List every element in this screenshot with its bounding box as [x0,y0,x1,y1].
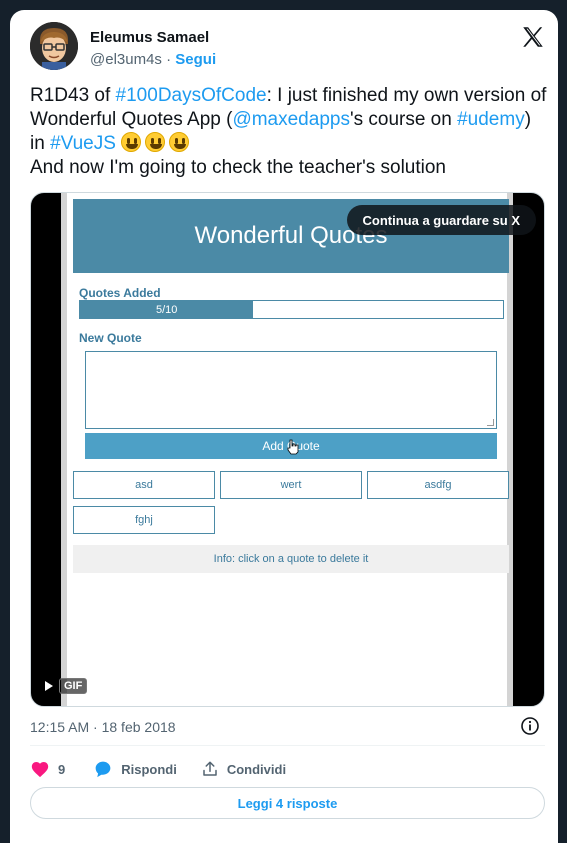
reply-button[interactable]: Rispondi [93,760,177,778]
tweet-text-line2: And now I'm going to check the teacher's… [30,157,446,178]
author-name[interactable]: Eleumus Samael [90,29,209,46]
app-info-bar: Info: click on a quote to delete it [73,545,509,573]
quote-text: asd [135,479,153,491]
hashtag-link[interactable]: #100DaysOfCode [116,85,267,106]
author-handle-row: @el3um4s · Segui [90,50,216,70]
tweet-text: R1D43 of #100DaysOfCode: I just finished… [30,84,550,180]
follow-button[interactable]: Segui [175,51,216,68]
new-quote-textarea[interactable] [85,351,497,429]
continue-watching-button[interactable]: Continua a guardare su X [346,205,536,235]
resize-handle-icon[interactable] [487,419,494,426]
hashtag-link[interactable]: #udemy [457,109,525,130]
hashtag-link[interactable]: #VueJS [50,133,116,154]
like-button[interactable]: 9 [30,760,93,778]
smiley-emoji-icon [169,132,190,152]
app-info-text: Info: click on a quote to delete it [213,553,369,565]
avatar[interactable] [30,22,78,70]
play-icon[interactable] [45,681,53,691]
gif-media[interactable]: Wonderful Quotes Quotes Added 5/10 New Q… [30,192,545,707]
gif-controls: GIF [45,678,88,694]
add-quote-button[interactable]: Add Quote [85,433,497,459]
x-logo-icon[interactable] [520,24,546,50]
read-replies-button[interactable]: Leggi 4 risposte [30,787,545,819]
gif-badge: GIF [59,678,88,694]
quote-text: fghj [135,514,153,526]
like-count: 9 [58,761,66,777]
separator: · [161,51,176,68]
tweet-card: Eleumus Samael @el3um4s · Segui R1D43 of… [10,10,558,843]
info-icon[interactable] [520,716,540,736]
heart-icon [31,762,49,778]
quotes-progress-bar: 5/10 [79,300,504,319]
tweet-text-part: 's course on [349,109,458,130]
new-quote-label: New Quote [79,331,142,345]
app-screenshot: Wonderful Quotes Quotes Added 5/10 New Q… [61,193,513,706]
share-label: Condividi [226,761,287,777]
continue-watching-label: Continua a guardare su X [362,212,520,228]
read-replies-label: Leggi 4 risposte [237,795,338,811]
mention-link[interactable]: @maxedapps [232,109,350,130]
quote-item[interactable]: wert [220,471,362,499]
quote-text: wert [280,479,302,491]
quotes-added-label: Quotes Added [79,286,161,300]
share-button[interactable]: Condividi [201,760,286,778]
quote-item[interactable]: asdfg [367,471,509,499]
quote-text: asdfg [424,479,452,491]
divider [30,745,545,746]
tweet-actions: 9 Rispondi Condividi [30,757,286,781]
author-name-row: Eleumus Samael [90,28,209,48]
hand-cursor-icon [287,439,299,455]
reply-bubble-icon [95,761,111,778]
author-handle[interactable]: @el3um4s [90,51,162,68]
reply-label: Rispondi [121,761,177,777]
progress-fill: 5/10 [80,301,254,318]
quote-item[interactable]: asd [73,471,215,499]
share-icon [203,761,217,776]
progress-text: 5/10 [156,303,178,316]
quote-item[interactable]: fghj [73,506,215,534]
tweet-timestamp[interactable]: 12:15 AM · 18 feb 2018 [30,717,176,737]
smiley-emoji-icon [121,132,142,152]
tweet-text-part: R1D43 of [30,85,116,106]
smiley-emoji-icon [145,132,166,152]
